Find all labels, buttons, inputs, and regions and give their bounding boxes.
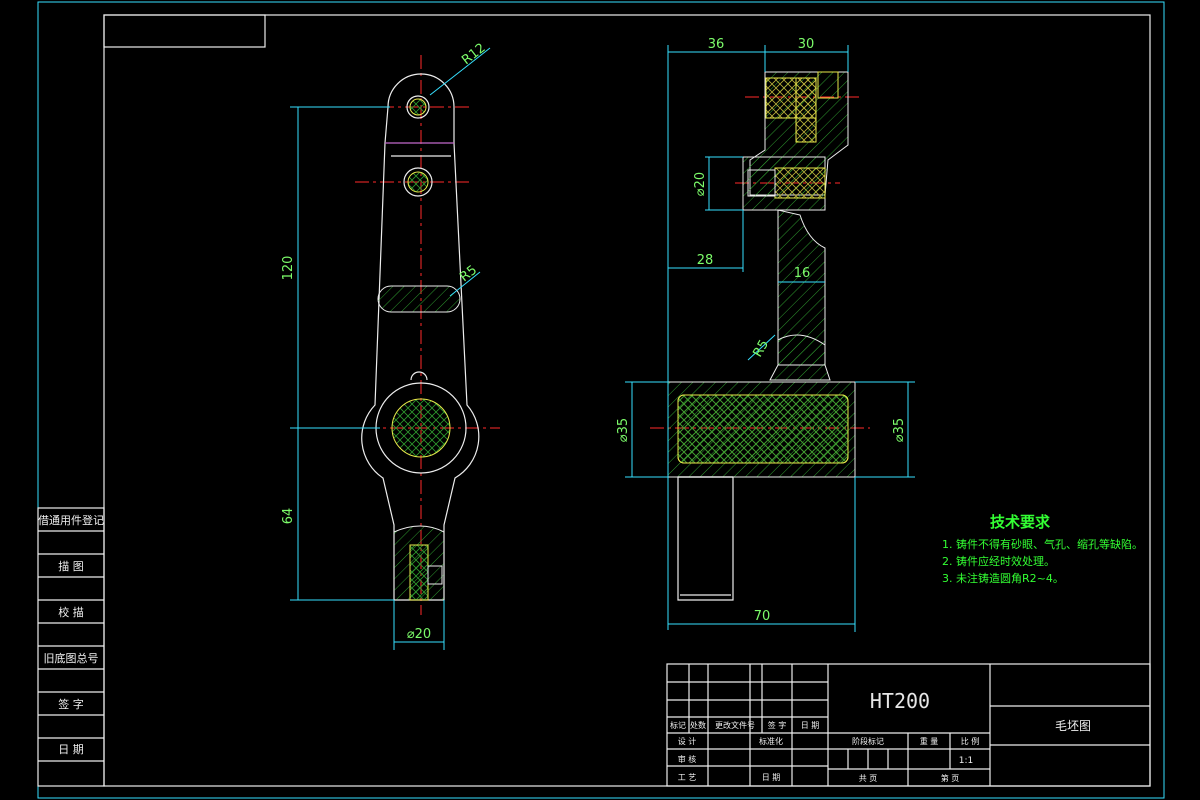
side-dim-16: 16 [794, 266, 811, 281]
front-dim-r12: R12 [459, 41, 488, 69]
tb-page-no: 第 页 [941, 773, 960, 783]
drawing-name: 毛坯图 [1055, 719, 1091, 733]
tb-standardize: 标准化 [759, 736, 783, 746]
side-dim-28: 28 [697, 253, 714, 268]
side-view: 36 30 ⌀20 28 16 R5 ⌀35 ⌀35 70 [616, 37, 915, 632]
side-label-4: 签 字 [58, 697, 84, 711]
tb-process: 工 艺 [678, 773, 697, 782]
front-dim-dia20: ⌀20 [407, 627, 431, 642]
corner-code-box [103, 14, 266, 48]
material: HT200 [870, 689, 930, 713]
tb-total-pages: 共 页 [859, 774, 878, 783]
side-dim-70: 70 [754, 609, 771, 624]
tb-label-change-doc: 更改文件号 [715, 720, 755, 730]
tb-date: 日 期 [762, 773, 781, 782]
tb-scale-value: 1:1 [959, 756, 973, 766]
tb-label-count: 处数 [690, 720, 706, 730]
tech-requirements: 技术要求 1. 铸件不得有砂眼、气孔、缩孔等缺陷。 2. 铸件应经时效处理。 3… [942, 513, 1143, 585]
side-dim-dia20: ⌀20 [693, 172, 708, 196]
front-dim-64: 64 [281, 508, 296, 525]
tech-item-3: 3. 未注铸造圆角R2~4。 [942, 571, 1064, 585]
front-view: 120 64 R12 R5 ⌀20 [281, 41, 500, 650]
side-label-1: 描 图 [58, 559, 84, 573]
title-block: HT200 毛坯图 标记 处数 更改文件号 签 字 日 期 设 计 标准化 审 … [666, 663, 1151, 787]
front-dim-120: 120 [281, 256, 296, 281]
left-side-table: 借通用件登记 描 图 校 描 旧底图总号 签 字 日 期 [37, 507, 105, 787]
side-label-5: 日 期 [58, 743, 84, 756]
tech-title: 技术要求 [990, 513, 1051, 531]
tb-weight: 重 量 [920, 736, 939, 746]
inner-border [103, 14, 1151, 787]
side-dim-36: 36 [708, 37, 725, 52]
tech-item-1: 1. 铸件不得有砂眼、气孔、缩孔等缺陷。 [942, 537, 1143, 551]
tb-stage-mark: 阶段标记 [852, 736, 884, 746]
tb-review: 审 核 [678, 754, 697, 764]
side-label-3: 旧底图总号 [44, 651, 99, 665]
side-dim-30: 30 [798, 37, 815, 52]
tb-scale-label: 比 例 [961, 736, 980, 746]
outer-border [37, 1, 1165, 799]
tb-label-sign: 签 字 [768, 720, 787, 730]
tb-design: 设 计 [678, 736, 697, 746]
tech-item-2: 2. 铸件应经时效处理。 [942, 554, 1055, 568]
engineering-drawing: 借通用件登记 描 图 校 描 旧底图总号 签 字 日 期 120 64 R12 … [37, 1, 1165, 799]
side-label-0: 借通用件登记 [38, 513, 104, 527]
side-dim-dia35-left: ⌀35 [616, 418, 631, 442]
side-dim-dia35-right: ⌀35 [892, 418, 907, 442]
tb-label-mark: 标记 [670, 720, 686, 730]
tb-label-date: 日 期 [801, 721, 820, 730]
side-label-2: 校 描 [58, 605, 84, 619]
